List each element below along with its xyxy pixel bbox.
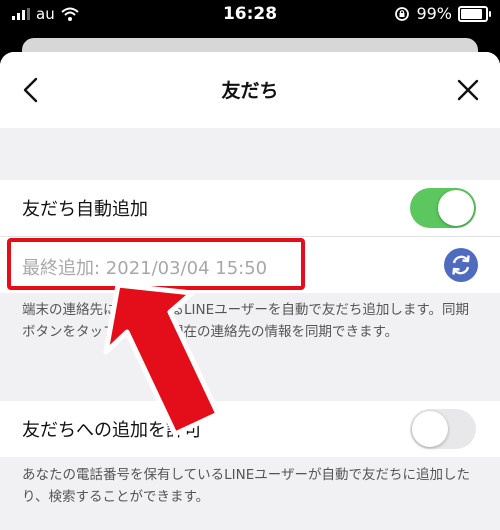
page-title: 友だち	[221, 80, 279, 102]
close-icon	[457, 79, 479, 101]
allow-add-toggle[interactable]	[410, 409, 476, 449]
allow-add-label: 友だちへの追加を許可	[22, 420, 202, 441]
close-button[interactable]	[450, 72, 486, 108]
sync-icon	[452, 255, 470, 275]
toggle-knob	[438, 190, 474, 226]
status-right: 99%	[394, 4, 491, 23]
highlight-box	[7, 238, 305, 290]
auto-add-toggle[interactable]	[410, 188, 476, 228]
auto-add-label: 友だち自動追加	[22, 199, 148, 220]
battery-icon	[458, 5, 491, 22]
allow-add-row: 友だちへの追加を許可	[0, 401, 500, 457]
rotation-lock-icon	[395, 6, 410, 21]
status-bar: au 16:28 99%	[0, 0, 500, 30]
auto-add-description: 端末の連絡先に保存されるLINEユーザーを自動で友だち追加します。同期ボタンをタ…	[22, 302, 470, 340]
auto-add-row: 友だち自動追加	[0, 180, 500, 236]
battery-percent: 99%	[416, 4, 452, 23]
header: 友だち	[0, 52, 500, 128]
toggle-knob	[412, 411, 448, 447]
sync-button[interactable]	[444, 248, 478, 282]
friends-settings-sheet: 友だち 友だち自動追加 最終追加: 2021/03/04 15:50 端末の連絡	[0, 52, 500, 530]
allow-add-description: あなたの電話番号を保有しているLINEユーザーが自動で友だちに追加したり、検索す…	[22, 467, 470, 505]
